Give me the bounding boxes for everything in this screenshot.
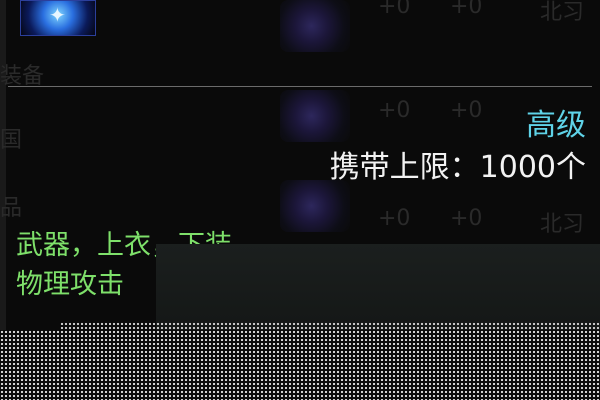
item-capacity: 携带上限：1000个 (330, 142, 586, 186)
dither-footer (0, 330, 600, 400)
capacity-label: 携带上限： (329, 150, 480, 185)
tooltip-divider (8, 86, 592, 87)
overlay-panel (156, 244, 600, 334)
capacity-value: 1000个 (479, 150, 586, 185)
gem-orb-icon: ✦ (20, 0, 96, 36)
gem-glyph: ✦ (49, 3, 66, 27)
item-attribute: 物理攻击 (16, 269, 124, 300)
item-grade: 高级 (526, 108, 586, 143)
item-tooltip: ✦ 高级 携带上限：1000个 武器，上衣，下装 物理攻击 (0, 0, 600, 334)
